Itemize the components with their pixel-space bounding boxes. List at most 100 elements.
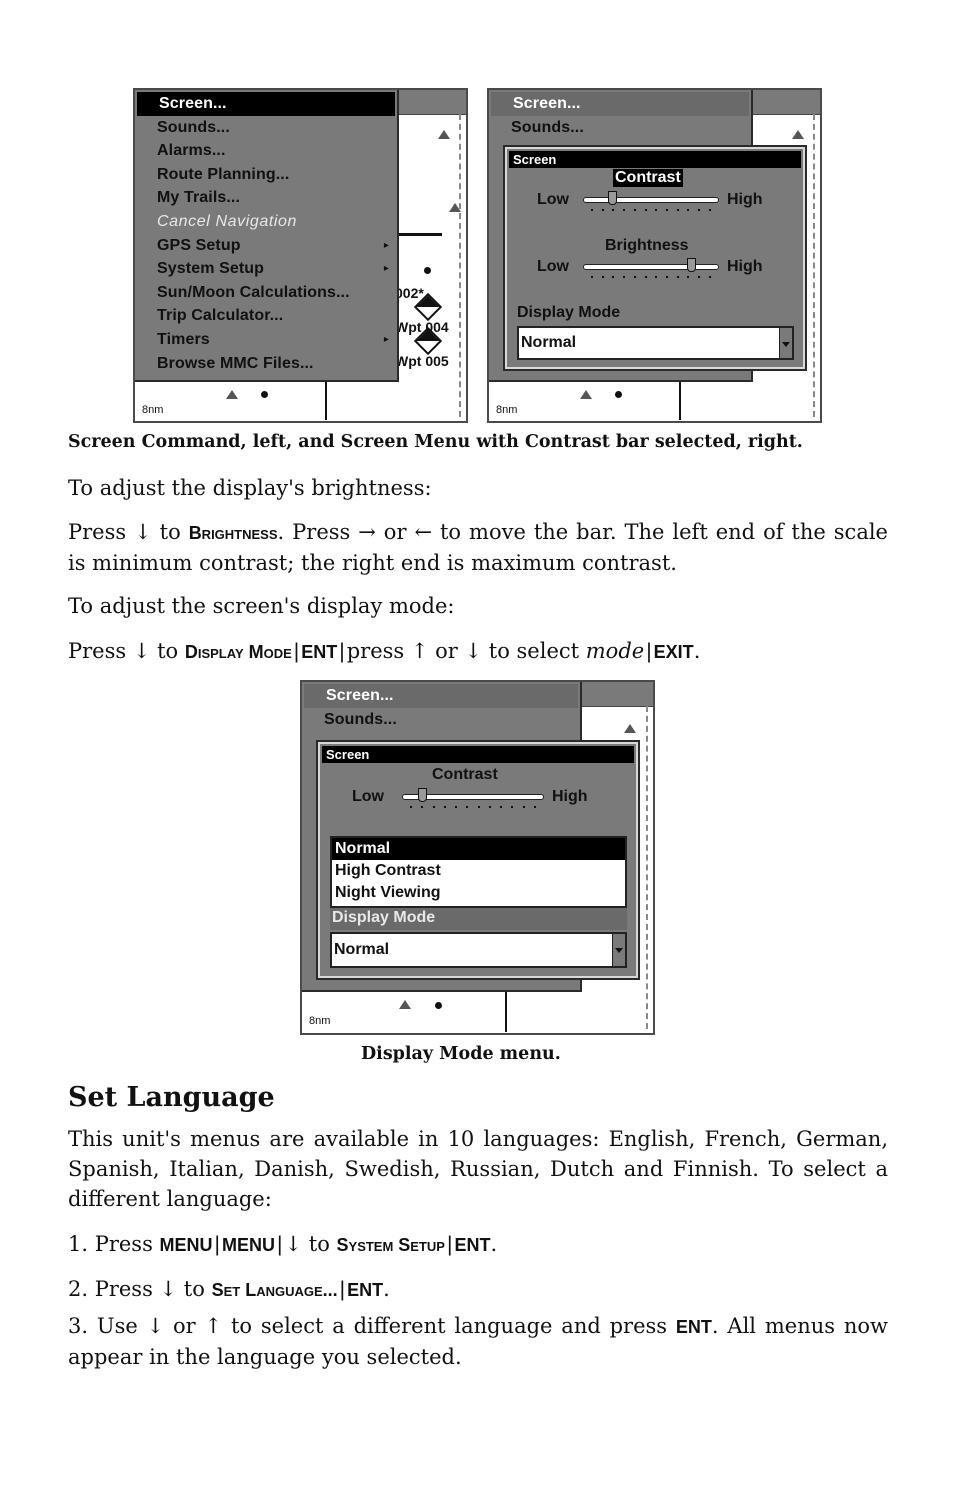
- brightness-low-label: Low: [537, 258, 569, 275]
- slider-tick: [644, 276, 647, 278]
- map-landmark-icon: [580, 390, 592, 399]
- map-landmark-icon: [226, 390, 238, 399]
- map-landmark-icon: [624, 724, 636, 733]
- menu-item-screen[interactable]: Screen...: [137, 92, 395, 116]
- slider-thumb[interactable]: [687, 258, 697, 272]
- menu-item-sounds[interactable]: Sounds...: [489, 116, 751, 140]
- slider-tick: [633, 276, 636, 278]
- slider-tick: [488, 806, 491, 808]
- slider-tick: [708, 209, 711, 211]
- display-mode-select[interactable]: Normal: [330, 932, 627, 968]
- slider-tick: [443, 806, 446, 808]
- screenshot-display-mode-menu: 8nm Screen... Sounds... Screen Contrast …: [300, 680, 655, 1035]
- figure1-caption: Screen Command, left, and Screen Menu wi…: [68, 432, 803, 452]
- separator: |: [277, 1233, 283, 1256]
- slider-tick: [676, 276, 679, 278]
- slider-tick: [522, 806, 525, 808]
- brightness-high-label: High: [727, 258, 763, 275]
- map-boundary-line: [813, 114, 815, 417]
- dropdown-arrow-icon[interactable]: [779, 328, 792, 358]
- menu-item-timers[interactable]: Timers ▸: [135, 328, 397, 352]
- separator: |: [214, 1233, 221, 1256]
- display-mode-options: Normal High Contrast Night Viewing: [330, 836, 627, 908]
- key-brightness: Brightness: [188, 523, 278, 543]
- slider-tick: [591, 276, 593, 278]
- display-mode-label: Display Mode: [332, 909, 436, 926]
- paragraph: To adjust the display's brightness:: [68, 476, 432, 500]
- contrast-slider[interactable]: [402, 788, 544, 808]
- brightness-label: Brightness: [605, 237, 689, 254]
- contrast-low-label: Low: [537, 191, 569, 208]
- menu-item-browse-mmc[interactable]: Browse MMC Files...: [135, 352, 397, 376]
- contrast-slider[interactable]: [583, 191, 719, 211]
- map-point-icon: [261, 391, 268, 398]
- slider-tick: [466, 806, 469, 808]
- display-mode-select[interactable]: Normal: [517, 326, 794, 360]
- main-menu: Screen... Sounds... Alarms... Route Plan…: [135, 90, 399, 382]
- menu-item-screen[interactable]: Screen...: [491, 92, 749, 116]
- slider-tick: [687, 209, 690, 211]
- menu-item-sounds[interactable]: Sounds...: [302, 708, 580, 732]
- map-label: 002*: [395, 285, 424, 301]
- slider-thumb[interactable]: [417, 788, 427, 802]
- figure2-caption: Display Mode menu.: [361, 1044, 561, 1064]
- slider-tick: [633, 209, 636, 211]
- map-scale-label: 8nm: [309, 1015, 331, 1027]
- dialog-title: Screen: [322, 746, 634, 763]
- menu-item-sounds[interactable]: Sounds...: [135, 116, 397, 140]
- slider-tick: [421, 806, 424, 808]
- menu-item-sun-moon[interactable]: Sun/Moon Calculations...: [135, 281, 397, 305]
- slider-tick: [666, 209, 669, 211]
- paragraph: To adjust the screen's display mode:: [68, 594, 455, 618]
- slider-tick: [655, 276, 658, 278]
- contrast-high-label: High: [552, 788, 588, 805]
- display-mode-label: Display Mode: [517, 304, 621, 321]
- slider-tick: [666, 276, 669, 278]
- contrast-low-label: Low: [352, 788, 384, 805]
- submenu-arrow-icon: ▸: [383, 333, 389, 345]
- menu-item-my-trails[interactable]: My Trails...: [135, 186, 397, 210]
- menu-item-trip-calculator[interactable]: Trip Calculator...: [135, 304, 397, 328]
- slider-tick: [477, 806, 480, 808]
- slider-track: [583, 197, 719, 203]
- menu-item-cancel-navigation: Cancel Navigation: [157, 212, 298, 230]
- slider-tick: [432, 806, 435, 808]
- menu-item-gps-setup[interactable]: GPS Setup ▸: [135, 234, 397, 258]
- paragraph: This unit's menus are available in 10 la…: [68, 1127, 888, 1211]
- option-night-viewing[interactable]: Night Viewing: [332, 882, 625, 904]
- screenshot-screen-dialog: 8nm Screen... Sounds... Screen Contrast …: [487, 88, 822, 423]
- key-display-mode: Display Mode: [184, 642, 292, 662]
- option-high-contrast[interactable]: High Contrast: [332, 860, 625, 882]
- slider-tick: [676, 209, 679, 211]
- menu-item-screen[interactable]: Screen...: [304, 684, 578, 708]
- slider-tick: [601, 209, 604, 211]
- map-point-icon: [615, 391, 622, 398]
- slider-tick: [612, 276, 615, 278]
- contrast-high-label: High: [727, 191, 763, 208]
- brightness-slider[interactable]: [583, 258, 719, 278]
- map-landmark-icon: [792, 130, 804, 139]
- map-label: Wpt 005: [395, 353, 449, 369]
- menu-item-system-setup[interactable]: System Setup ▸: [135, 257, 397, 281]
- option-normal[interactable]: Normal: [332, 838, 625, 860]
- submenu-arrow-icon: ▸: [383, 239, 389, 251]
- menu-item-route-planning[interactable]: Route Planning...: [135, 163, 397, 187]
- slider-thumb[interactable]: [608, 191, 618, 205]
- dropdown-arrow-icon[interactable]: [612, 934, 625, 966]
- slider-tick: [698, 276, 701, 278]
- slider-tick: [533, 806, 536, 808]
- contrast-label: Contrast: [613, 169, 683, 187]
- menu-item-alarms[interactable]: Alarms...: [135, 139, 397, 163]
- map-point-icon: [435, 1002, 442, 1009]
- screenshot-main-menu: 002* Wpt 004 Wpt 005 8nm Screen... Sound…: [133, 88, 468, 423]
- separator: |: [339, 1278, 346, 1301]
- slider-ticks: [591, 276, 711, 279]
- separator: |: [446, 1233, 453, 1256]
- key-ent: ENT: [347, 1280, 384, 1300]
- slider-tick: [591, 209, 593, 211]
- slider-tick: [455, 806, 458, 808]
- slider-tick: [708, 276, 711, 278]
- display-mode-value: Normal: [334, 941, 390, 958]
- screen-dialog: Screen Contrast Low High Brightness Low …: [503, 145, 807, 371]
- slider-tick: [601, 276, 604, 278]
